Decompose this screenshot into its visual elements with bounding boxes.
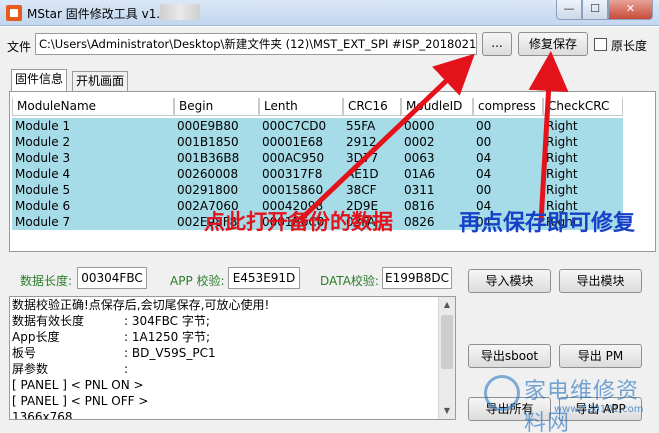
red-arrow-to-repair bbox=[528, 51, 569, 223]
tab-firmware-info[interactable]: 固件信息 bbox=[11, 69, 68, 91]
watermark-logo bbox=[484, 375, 520, 411]
red-arrow-to-browse bbox=[298, 53, 475, 222]
annotation-open-backup: 点此打开备份的数据 bbox=[204, 210, 393, 234]
annotation-save-repair: 再点保存即可修复 bbox=[459, 211, 636, 236]
watermark-url: www.520101.com bbox=[554, 404, 644, 415]
watermark: 家电维修资料网 www.520101.com bbox=[484, 373, 654, 433]
watermark-text: 家电维修资料网 bbox=[524, 379, 640, 433]
